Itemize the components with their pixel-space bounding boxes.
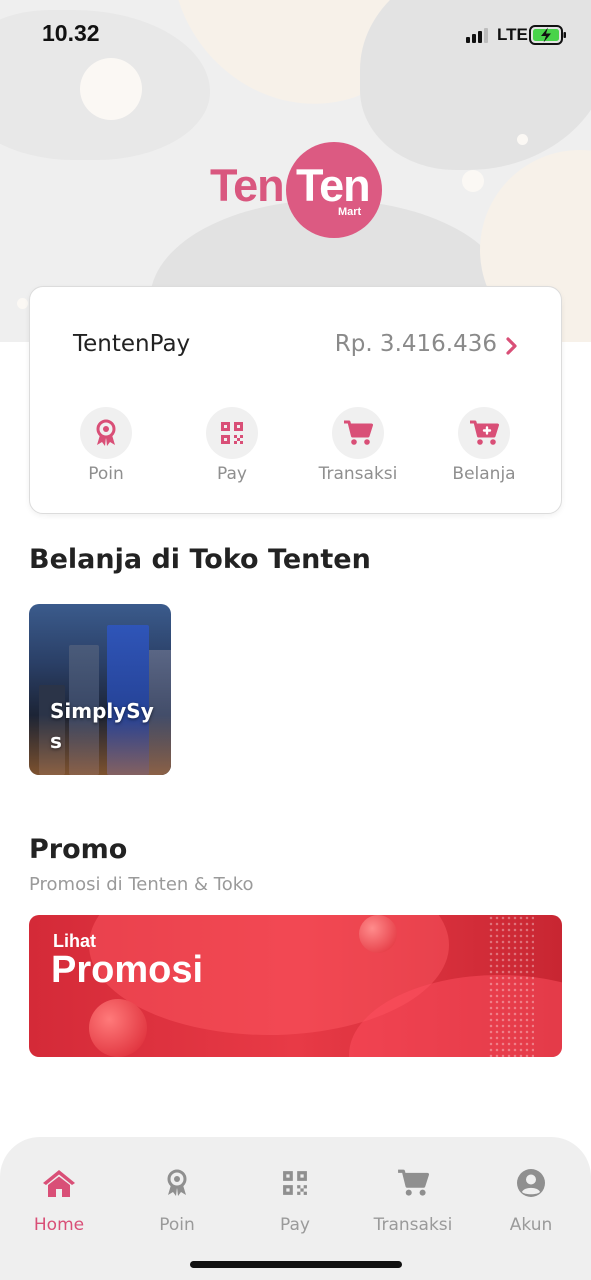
nav-label: Akun (509, 1215, 553, 1235)
tenten-mart-logo: Ten Ten Mart (208, 140, 388, 240)
wallet-actions: Poin Pay Transaksi Belanja (30, 407, 563, 497)
status-bar: 10.32 LTE (0, 0, 591, 70)
nav-item-akun[interactable]: Akun (472, 1165, 590, 1235)
action-label: Pay (217, 464, 247, 484)
logo-word-2: Ten (296, 160, 371, 211)
action-belanja[interactable]: Belanja (424, 407, 544, 493)
home-icon (41, 1165, 77, 1201)
logo-sub: Mart (338, 206, 362, 218)
wallet-name: TentenPay (73, 331, 191, 357)
action-label: Transaksi (318, 464, 398, 484)
nav-item-home[interactable]: Home (0, 1165, 118, 1235)
wallet-card: TentenPay Rp. 3.416.436 Poin Pay Transak… (29, 286, 562, 514)
chevron-right-icon[interactable] (505, 336, 519, 356)
nav-item-pay[interactable]: Pay (236, 1165, 354, 1235)
qr-code-icon (277, 1165, 313, 1201)
user-circle-icon (513, 1165, 549, 1201)
award-icon (159, 1165, 195, 1201)
promo-section-subtitle: Promosi di Tenten & Toko (29, 874, 254, 895)
nav-label: Pay (280, 1215, 310, 1235)
cart-icon (332, 407, 384, 459)
cart-icon (395, 1165, 431, 1201)
status-time: 10.32 (42, 20, 100, 46)
promo-banner[interactable]: Lihat Promosi (29, 915, 562, 1057)
cart-plus-icon (458, 407, 510, 459)
stores-section-title: Belanja di Toko Tenten (29, 544, 371, 575)
promo-banner-big-text: Promosi (51, 949, 204, 991)
home-indicator (190, 1261, 402, 1268)
store-name: SimplySys (50, 699, 154, 753)
award-icon (80, 407, 132, 459)
logo-word-1: Ten (210, 160, 285, 211)
qr-code-icon (206, 407, 258, 459)
action-poin[interactable]: Poin (46, 407, 166, 493)
network-type: LTE (497, 25, 528, 44)
nav-label: Home (33, 1215, 85, 1235)
nav-label: Transaksi (373, 1215, 453, 1235)
bottom-nav: Home Poin Pay Transaksi Akun (0, 1137, 591, 1280)
action-label: Belanja (452, 464, 516, 484)
action-pay[interactable]: Pay (172, 407, 292, 493)
promo-section-title: Promo (29, 834, 128, 865)
action-label: Poin (88, 464, 124, 484)
battery-icon (529, 25, 566, 45)
nav-item-poin[interactable]: Poin (118, 1165, 236, 1235)
wallet-balance[interactable]: Rp. 3.416.436 (335, 331, 497, 357)
nav-label: Poin (159, 1215, 195, 1235)
action-transaksi[interactable]: Transaksi (298, 407, 418, 493)
signal-icon (466, 27, 492, 43)
nav-item-transaksi[interactable]: Transaksi (354, 1165, 472, 1235)
store-card[interactable]: SimplySys (29, 604, 171, 775)
